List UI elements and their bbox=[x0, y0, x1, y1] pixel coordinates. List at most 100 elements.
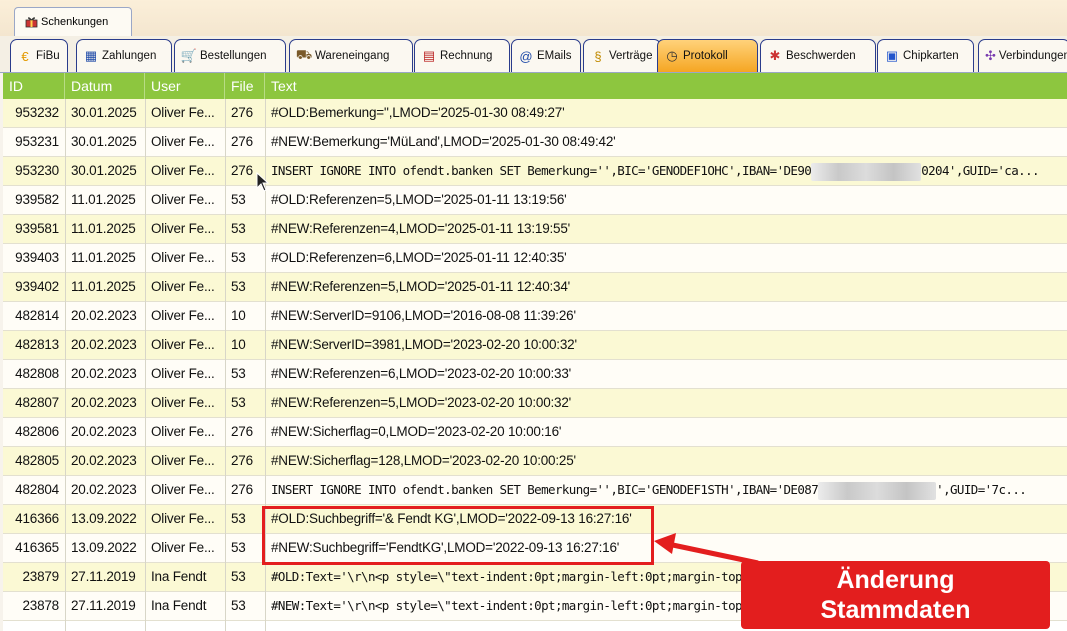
cell-file: 10 bbox=[231, 308, 246, 323]
table-row[interactable]: 482814 20.02.2023 Oliver Fe... 10 #NEW:Serve… bbox=[3, 302, 1067, 331]
cell-user: Oliver Fe... bbox=[151, 279, 215, 294]
clock-icon: ◷ bbox=[666, 48, 678, 63]
cell-file: 53 bbox=[231, 250, 246, 265]
tab-label: FiBu bbox=[36, 50, 60, 62]
cell-id: 482814 bbox=[15, 308, 59, 323]
cell-file: 10 bbox=[231, 337, 246, 352]
cell-text: #NEW:Referenzen=5,LMOD='2023-02-20 10:00… bbox=[271, 395, 572, 410]
delivery-icon: ⛟ bbox=[295, 47, 313, 62]
tab-label: Schenkungen bbox=[41, 16, 109, 28]
table-row[interactable]: 953230 30.01.2025 Oliver Fe... 276 INSERT IG… bbox=[3, 157, 1067, 186]
column-divider bbox=[145, 99, 146, 631]
column-divider bbox=[225, 99, 226, 631]
table-row[interactable]: 939582 11.01.2025 Oliver Fe... 53 #OLD:Refer… bbox=[3, 186, 1067, 215]
highlight-frame bbox=[262, 506, 654, 565]
cell-id: 939582 bbox=[15, 192, 59, 207]
cell-datum: 11.01.2025 bbox=[71, 221, 136, 236]
tab-beschwerden[interactable]: ✱ Beschwerden bbox=[760, 39, 876, 72]
cell-id: 939403 bbox=[15, 250, 59, 265]
cell-text: INSERT IGNORE INTO ofendt.banken SET Bem… bbox=[265, 476, 1067, 504]
tab-rechnung[interactable]: ▤ Rechnung bbox=[414, 39, 510, 72]
cell-text: #NEW:Referenzen=4,LMOD='2025-01-11 13:19… bbox=[271, 221, 571, 236]
column-header-text[interactable]: Text bbox=[265, 73, 1067, 99]
cell-user: Ina Fendt bbox=[151, 569, 207, 584]
cell-text: #NEW:Bemerkung='MüLand',LMOD='2025-01-30… bbox=[271, 134, 616, 149]
cell-file: 53 bbox=[231, 279, 246, 294]
cell-file: 53 bbox=[231, 366, 246, 381]
table-row[interactable]: 482806 20.02.2023 Oliver Fe... 276 #NEW:Sich… bbox=[3, 418, 1067, 447]
cell-user: Oliver Fe... bbox=[151, 453, 215, 468]
tab-label: Rechnung bbox=[440, 50, 493, 62]
cell-text: #NEW:ServerID=9106,LMOD='2016-08-08 11:3… bbox=[271, 308, 576, 323]
cell-file: 53 bbox=[231, 598, 246, 613]
cell-file: 276 bbox=[231, 134, 253, 149]
tab-label: Bestellungen bbox=[200, 50, 267, 62]
cell-user: Oliver Fe... bbox=[151, 337, 215, 352]
table-row[interactable]: 482813 20.02.2023 Oliver Fe... 10 #NEW:Serve… bbox=[3, 331, 1067, 360]
tab-protokoll[interactable]: ◷ Protokoll bbox=[657, 39, 758, 72]
annotation-callout: Änderung Stammdaten bbox=[741, 561, 1050, 629]
tab-chipkarten[interactable]: ▣ Chipkarten bbox=[877, 39, 974, 72]
tab-zahlungen[interactable]: ▦ Zahlungen bbox=[76, 39, 172, 72]
table-row[interactable]: 953231 30.01.2025 Oliver Fe... 276 #NEW:Beme… bbox=[3, 128, 1067, 157]
table-row[interactable]: 482805 20.02.2023 Oliver Fe... 276 #NEW:Sich… bbox=[3, 447, 1067, 476]
cell-user: Oliver Fe... bbox=[151, 540, 215, 555]
cell-datum: 11.01.2025 bbox=[71, 192, 136, 207]
cell-datum: 20.02.2023 bbox=[71, 308, 137, 323]
table-header: ID Datum User File Text bbox=[3, 73, 1067, 99]
cell-file: 276 bbox=[231, 105, 253, 120]
table-row[interactable]: 939402 11.01.2025 Oliver Fe... 53 #NEW:Refer… bbox=[3, 273, 1067, 302]
column-header-id[interactable]: ID bbox=[3, 73, 65, 99]
cell-datum: 20.02.2023 bbox=[71, 337, 137, 352]
table-row[interactable]: 482808 20.02.2023 Oliver Fe... 53 #NEW:Refer… bbox=[3, 360, 1067, 389]
cart-icon: 🛒 bbox=[180, 48, 198, 63]
table-row[interactable]: 482807 20.02.2023 Oliver Fe... 53 #NEW:Refer… bbox=[3, 389, 1067, 418]
tab-wareneingang[interactable]: ⛟ Wareneingang bbox=[289, 39, 413, 72]
tab-emails[interactable]: @ EMails bbox=[511, 39, 581, 72]
cell-file: 276 bbox=[231, 424, 253, 439]
cell-text: INSERT IGNORE INTO ofendt.banken SET Bem… bbox=[265, 157, 1067, 185]
column-header-datum[interactable]: Datum bbox=[65, 73, 145, 99]
cell-text: #NEW:Sicherflag=0,LMOD='2023-02-20 10:00… bbox=[271, 424, 562, 439]
tab-label: Wareneingang bbox=[315, 50, 390, 62]
cell-file: 276 bbox=[231, 453, 253, 468]
cell-user: Oliver Fe... bbox=[151, 163, 215, 178]
cell-datum: 20.02.2023 bbox=[71, 424, 137, 439]
cell-datum: 20.02.2023 bbox=[71, 482, 137, 497]
column-header-user[interactable]: User bbox=[145, 73, 225, 99]
tab-label: Verträge bbox=[609, 50, 653, 62]
cell-user: Oliver Fe... bbox=[151, 395, 215, 410]
cell-file: 53 bbox=[231, 569, 246, 584]
cell-user: Oliver Fe... bbox=[151, 511, 215, 526]
cell-id: 482813 bbox=[15, 337, 59, 352]
tab-fibu[interactable]: € FiBu bbox=[10, 39, 68, 72]
cell-user: Ina Fendt bbox=[151, 598, 207, 613]
cell-user: Oliver Fe... bbox=[151, 308, 215, 323]
tab-verbindungen[interactable]: ✣ Verbindungen bbox=[978, 39, 1067, 72]
cell-text: #NEW:ServerID=3981,LMOD='2023-02-20 10:0… bbox=[271, 337, 577, 352]
table-row[interactable]: 939403 11.01.2025 Oliver Fe... 53 #OLD:Refer… bbox=[3, 244, 1067, 273]
cell-datum: 13.09.2022 bbox=[71, 511, 137, 526]
tab-vertr-ge[interactable]: § Verträge bbox=[583, 39, 661, 72]
tab-label: Verbindungen bbox=[998, 50, 1067, 62]
table-row[interactable]: 939581 11.01.2025 Oliver Fe... 53 #NEW:Refer… bbox=[3, 215, 1067, 244]
at-sign-icon: @ bbox=[519, 48, 533, 64]
cell-datum: 30.01.2025 bbox=[71, 163, 137, 178]
cell-id: 482808 bbox=[15, 366, 59, 381]
tab-label: Zahlungen bbox=[102, 50, 157, 62]
column-header-file[interactable]: File bbox=[225, 73, 265, 99]
cell-id: 416365 bbox=[15, 540, 59, 555]
tab-label: Chipkarten bbox=[903, 50, 959, 62]
top-tab-strip: Schenkungen bbox=[0, 0, 1067, 36]
tab-schenkungen[interactable]: Schenkungen bbox=[14, 7, 132, 36]
cell-text: #OLD:Bemerkung='',LMOD='2025-01-30 08:49… bbox=[271, 105, 565, 120]
tab-bestellungen[interactable]: 🛒 Bestellungen bbox=[174, 39, 286, 72]
cell-id: 482805 bbox=[15, 453, 59, 468]
cell-datum: 11.01.2025 bbox=[71, 250, 136, 265]
table-row[interactable]: 953232 30.01.2025 Oliver Fe... 276 #OLD:Beme… bbox=[3, 99, 1067, 128]
table-row[interactable]: 482804 20.02.2023 Oliver Fe... 276 INSERT IG… bbox=[3, 476, 1067, 505]
redacted-blur bbox=[811, 162, 922, 181]
cell-text-part: ',GUID='7c... bbox=[936, 482, 1027, 497]
cell-id: 23879 bbox=[22, 569, 59, 584]
cell-text: #OLD:Referenzen=5,LMOD='2025-01-11 13:19… bbox=[271, 192, 567, 207]
